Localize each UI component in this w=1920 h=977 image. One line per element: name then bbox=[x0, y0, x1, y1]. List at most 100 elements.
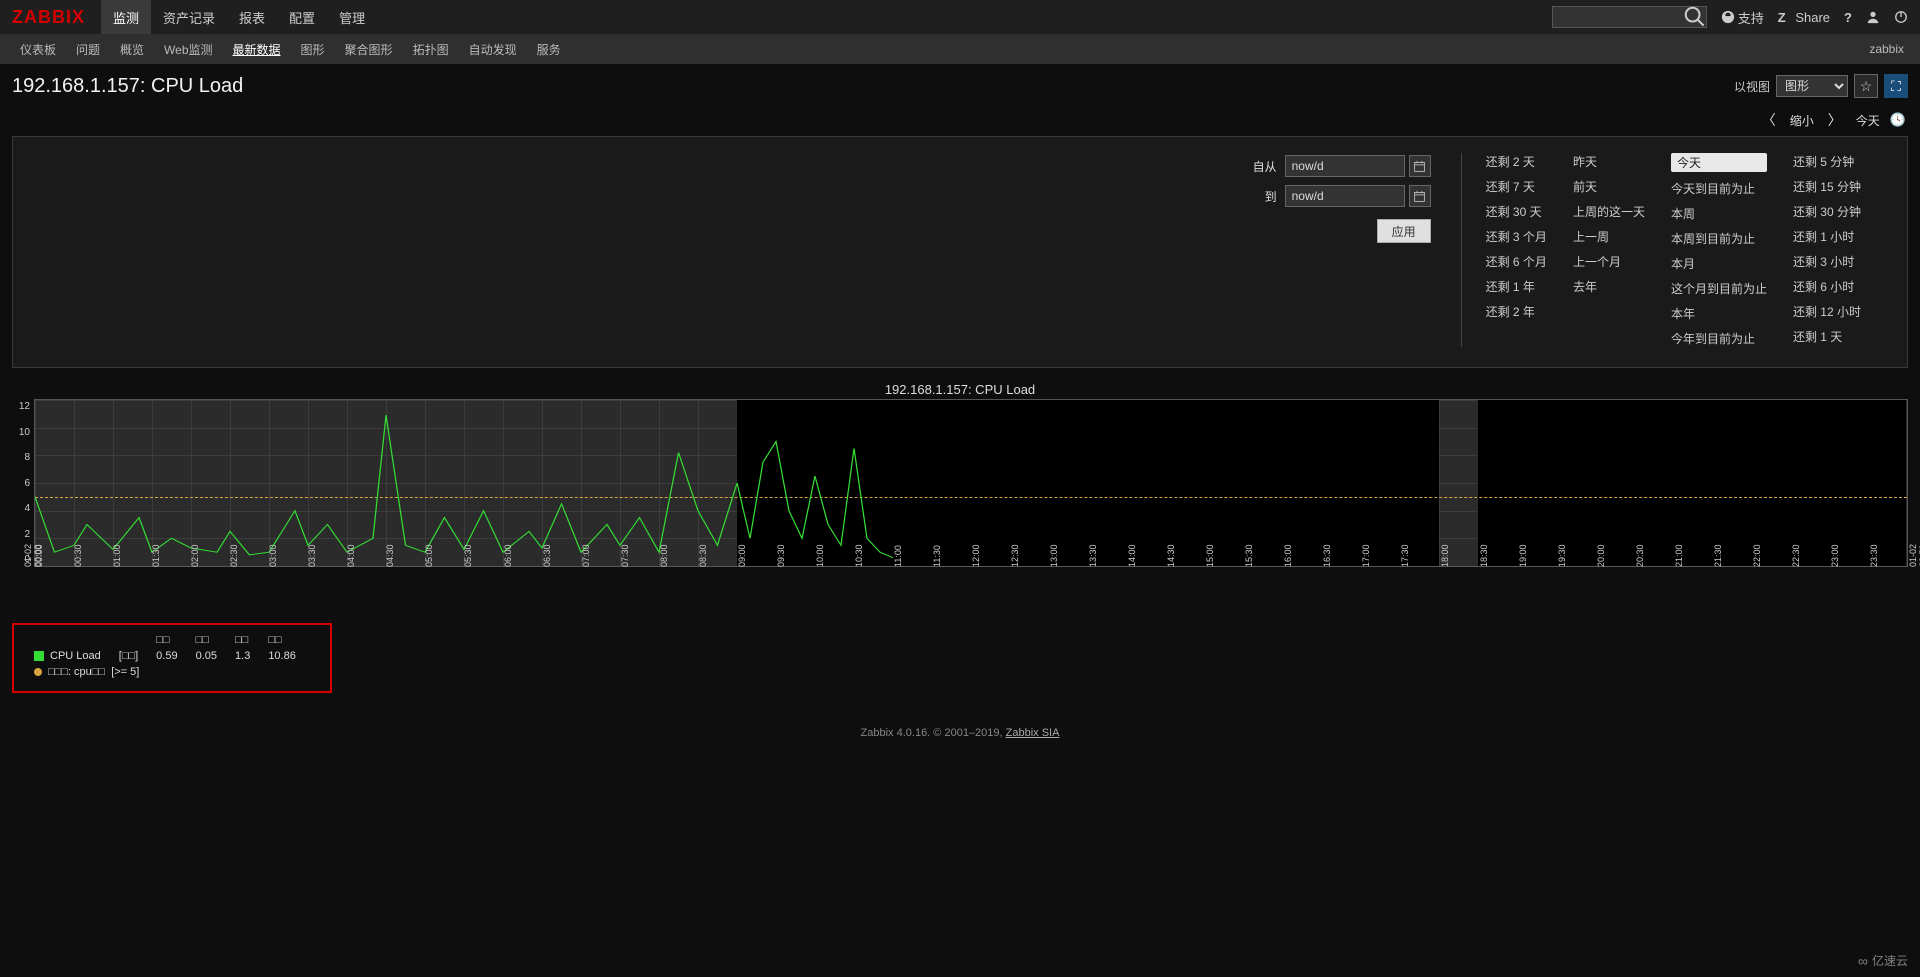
to-calendar-button[interactable] bbox=[1409, 185, 1431, 207]
legend-last: 0.59 bbox=[148, 649, 185, 663]
filter-left: 自从 到 应用 bbox=[33, 153, 1461, 347]
sub-menu-item[interactable]: Web监测 bbox=[154, 41, 222, 58]
time-preset[interactable]: 还剩 3 个月 bbox=[1486, 228, 1547, 245]
time-preset[interactable]: 今天 bbox=[1671, 153, 1767, 172]
to-input[interactable] bbox=[1285, 185, 1405, 207]
power-icon[interactable] bbox=[1894, 10, 1908, 24]
zoom-out-link[interactable]: 缩小 bbox=[1790, 112, 1814, 129]
legend-h4: □□ bbox=[260, 633, 304, 647]
sub-menu-item[interactable]: 自动发现 bbox=[459, 41, 527, 58]
sub-nav: 仪表板问题概览Web监测最新数据图形聚合图形拓扑图自动发现服务 zabbix bbox=[0, 34, 1920, 64]
sub-menu-item[interactable]: 最新数据 bbox=[223, 41, 291, 58]
main-menu-item[interactable]: 报表 bbox=[227, 0, 277, 34]
from-calendar-button[interactable] bbox=[1409, 155, 1431, 177]
main-menu-item[interactable]: 管理 bbox=[327, 0, 377, 34]
search-icon[interactable] bbox=[1683, 5, 1705, 30]
next-arrow-icon[interactable]: 〉 bbox=[1824, 110, 1846, 130]
main-menu-item[interactable]: 监测 bbox=[101, 0, 151, 34]
time-preset[interactable]: 本月 bbox=[1671, 255, 1767, 272]
main-menu: 监测资产记录报表配置管理 bbox=[101, 0, 377, 34]
user-icon[interactable] bbox=[1866, 10, 1880, 24]
x-axis: 00:0000:3001:0001:3002:0002:3003:0003:30… bbox=[34, 567, 1908, 617]
help-icon[interactable]: ? bbox=[1844, 10, 1852, 25]
legend-agg: [□□] bbox=[111, 649, 146, 663]
time-preset[interactable]: 还剩 2 天 bbox=[1486, 153, 1547, 170]
time-preset[interactable]: 本年 bbox=[1671, 305, 1767, 322]
view-controls: 以视图 图形 ☆ ⛶ bbox=[1734, 74, 1908, 98]
fullscreen-button[interactable]: ⛶ bbox=[1884, 74, 1908, 98]
watermark: 亿速云 bbox=[1858, 952, 1908, 969]
sub-menu-item[interactable]: 拓扑图 bbox=[403, 41, 459, 58]
sub-menu-item[interactable]: 仪表板 bbox=[10, 41, 66, 58]
time-preset[interactable]: 还剩 3 小时 bbox=[1793, 253, 1861, 270]
time-preset[interactable]: 上一个月 bbox=[1573, 253, 1645, 270]
sub-nav-right: zabbix bbox=[1869, 42, 1910, 56]
top-nav: ZABBIX 监测资产记录报表配置管理 支持 Z Share ? bbox=[0, 0, 1920, 34]
filter-presets: 还剩 2 天还剩 7 天还剩 30 天还剩 3 个月还剩 6 个月还剩 1 年还… bbox=[1461, 153, 1887, 347]
sub-menu-item[interactable]: 概览 bbox=[110, 41, 154, 58]
logo: ZABBIX bbox=[12, 7, 85, 28]
time-preset[interactable]: 本周 bbox=[1671, 205, 1767, 222]
sub-menu-item[interactable]: 图形 bbox=[291, 41, 335, 58]
trigger-swatch-icon bbox=[34, 668, 42, 676]
clock-icon[interactable]: 🕓 bbox=[1890, 112, 1906, 128]
legend-h3: □□ bbox=[227, 633, 258, 647]
today-link[interactable]: 今天 bbox=[1856, 112, 1880, 129]
page-header: 192.168.1.157: CPU Load 以视图 图形 ☆ ⛶ bbox=[0, 64, 1920, 104]
time-preset[interactable]: 上一周 bbox=[1573, 228, 1645, 245]
sub-menu-item[interactable]: 聚合图形 bbox=[335, 41, 403, 58]
time-preset[interactable]: 这个月到目前为止 bbox=[1671, 280, 1767, 297]
support-link[interactable]: 支持 bbox=[1721, 8, 1764, 27]
filter-panel: 自从 到 应用 还剩 2 天还剩 7 天还剩 30 天还剩 3 个月还剩 6 个… bbox=[12, 136, 1908, 368]
time-preset[interactable]: 去年 bbox=[1573, 278, 1645, 295]
view-select[interactable]: 图形 bbox=[1776, 75, 1848, 97]
time-preset[interactable]: 今年到目前为止 bbox=[1671, 330, 1767, 347]
legend-h2: □□ bbox=[188, 633, 225, 647]
footer-link[interactable]: Zabbix SIA bbox=[1006, 727, 1060, 739]
page-title: 192.168.1.157: CPU Load bbox=[12, 75, 243, 98]
sub-menu-item[interactable]: 问题 bbox=[66, 41, 110, 58]
time-preset[interactable]: 还剩 30 天 bbox=[1486, 203, 1547, 220]
footer: Zabbix 4.0.16. © 2001–2019, Zabbix SIA bbox=[0, 713, 1920, 765]
legend-max: 10.86 bbox=[260, 649, 304, 663]
time-preset[interactable]: 前天 bbox=[1573, 178, 1645, 195]
time-preset[interactable]: 还剩 30 分钟 bbox=[1793, 203, 1861, 220]
apply-button[interactable]: 应用 bbox=[1377, 219, 1431, 243]
chart-title: 192.168.1.157: CPU Load bbox=[12, 378, 1908, 399]
time-preset[interactable]: 还剩 15 分钟 bbox=[1793, 178, 1861, 195]
time-preset[interactable]: 还剩 5 分钟 bbox=[1793, 153, 1861, 170]
time-nav: 〈 缩小 〉 今天 🕓 bbox=[0, 104, 1920, 136]
main-menu-item[interactable]: 配置 bbox=[277, 0, 327, 34]
from-label: 自从 bbox=[1237, 158, 1277, 175]
trigger-threshold: [>= 5] bbox=[111, 666, 139, 678]
time-preset[interactable]: 还剩 6 小时 bbox=[1793, 278, 1861, 295]
time-preset[interactable]: 还剩 1 年 bbox=[1486, 278, 1547, 295]
prev-arrow-icon[interactable]: 〈 bbox=[1758, 110, 1780, 130]
time-preset[interactable]: 今天到目前为止 bbox=[1671, 180, 1767, 197]
share-link[interactable]: Z Share bbox=[1778, 10, 1830, 25]
legend: □□ □□ □□ □□ CPU Load [□□] 0.59 0.05 1.3 … bbox=[12, 623, 332, 693]
top-right: 支持 Z Share ? bbox=[1552, 6, 1908, 28]
series-name: CPU Load bbox=[50, 650, 101, 662]
time-preset[interactable]: 上周的这一天 bbox=[1573, 203, 1645, 220]
sub-menu-item[interactable]: 服务 bbox=[527, 41, 571, 58]
time-preset[interactable]: 还剩 1 天 bbox=[1793, 328, 1861, 345]
view-label: 以视图 bbox=[1734, 78, 1770, 95]
legend-min: 0.05 bbox=[188, 649, 225, 663]
time-preset[interactable]: 还剩 1 小时 bbox=[1793, 228, 1861, 245]
time-preset[interactable]: 还剩 12 小时 bbox=[1793, 303, 1861, 320]
time-preset[interactable]: 还剩 2 年 bbox=[1486, 303, 1547, 320]
time-preset[interactable]: 昨天 bbox=[1573, 153, 1645, 170]
search-input[interactable] bbox=[1553, 10, 1683, 24]
time-preset[interactable]: 还剩 7 天 bbox=[1486, 178, 1547, 195]
to-label: 到 bbox=[1237, 188, 1277, 205]
time-preset[interactable]: 本周到目前为止 bbox=[1671, 230, 1767, 247]
main-menu-item[interactable]: 资产记录 bbox=[151, 0, 227, 34]
search-box bbox=[1552, 6, 1707, 28]
series-swatch-icon bbox=[34, 651, 44, 661]
time-preset[interactable]: 还剩 6 个月 bbox=[1486, 253, 1547, 270]
favorite-button[interactable]: ☆ bbox=[1854, 74, 1878, 98]
trigger-name: □□□: cpu□□ bbox=[48, 666, 105, 678]
chart: 192.168.1.157: CPU Load 121086420 00:000… bbox=[12, 378, 1908, 617]
from-input[interactable] bbox=[1285, 155, 1405, 177]
